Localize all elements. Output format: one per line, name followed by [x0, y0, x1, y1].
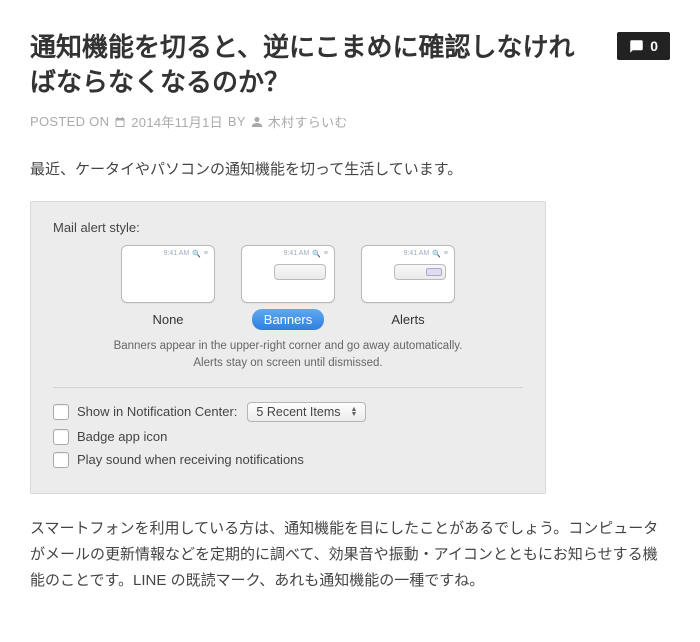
play-sound-label: Play sound when receiving notifications [77, 452, 304, 467]
alert-thumb-alerts: 9:41 AM🔍≡ [361, 245, 455, 303]
play-sound-row[interactable]: Play sound when receiving notifications [53, 452, 304, 468]
search-glyph-icon: 🔍 [192, 250, 201, 258]
notification-prefs-screenshot: Mail alert style: 9:41 AM🔍≡ None 9:41 AM… [30, 201, 546, 493]
post-meta: POSTED ON 2014年11月1日 BY 木村すらいむ [30, 112, 670, 131]
show-in-nc-row[interactable]: Show in Notification Center: [53, 404, 237, 420]
menu-glyph-icon: ≡ [324, 250, 328, 258]
menu-glyph-icon: ≡ [444, 250, 448, 258]
play-sound-checkbox[interactable] [53, 452, 69, 468]
post-title: 通知機能を切ると、逆にこまめに確認しなければならなくなるのか？ [30, 30, 670, 100]
stepper-arrows-icon: ▲▼ [351, 407, 358, 417]
menubar-time: 9:41 AM [404, 250, 430, 258]
paragraph-2: スマートフォンを利用している方は、通知機能を目にしたことがあるでしょう。コンピュ… [30, 516, 670, 595]
divider [53, 387, 523, 388]
recent-items-select[interactable]: 5 Recent Items ▲▼ [247, 402, 366, 422]
alert-name-alerts: Alerts [379, 309, 436, 330]
badge-label: Badge app icon [77, 429, 167, 444]
alert-thumb-none: 9:41 AM🔍≡ [121, 245, 215, 303]
comment-count: 0 [650, 38, 658, 54]
post-date: 2014年11月1日 [131, 112, 223, 131]
menubar-time: 9:41 AM [164, 250, 190, 258]
author-link[interactable]: 木村すらいむ [268, 112, 348, 131]
comment-icon [629, 39, 644, 54]
alert-option-banners[interactable]: 9:41 AM🔍≡ Banners [241, 245, 335, 330]
show-in-nc-checkbox[interactable] [53, 404, 69, 420]
alert-style-label: Mail alert style: [53, 220, 523, 235]
alert-style-hint: Banners appear in the upper-right corner… [113, 338, 463, 370]
alert-thumb-banners: 9:41 AM🔍≡ [241, 245, 335, 303]
alert-option-alerts[interactable]: 9:41 AM🔍≡ Alerts [361, 245, 455, 330]
paragraph-1: 最近、ケータイやパソコンの通知機能を切って生活しています。 [30, 157, 670, 183]
alert-name-banners: Banners [252, 309, 324, 330]
recent-items-value: 5 Recent Items [256, 405, 340, 419]
by-label: BY [228, 114, 246, 129]
menubar-time: 9:41 AM [284, 250, 310, 258]
alert-shape [394, 264, 446, 280]
badge-app-icon-row[interactable]: Badge app icon [53, 429, 167, 445]
alert-name-none: None [140, 309, 195, 330]
badge-checkbox[interactable] [53, 429, 69, 445]
menu-glyph-icon: ≡ [204, 250, 208, 258]
search-glyph-icon: 🔍 [312, 250, 321, 258]
author-icon [251, 116, 263, 128]
calendar-icon [114, 116, 126, 128]
search-glyph-icon: 🔍 [432, 250, 441, 258]
posted-on-label: POSTED ON [30, 114, 109, 129]
comment-count-badge[interactable]: 0 [617, 32, 670, 60]
show-in-nc-label: Show in Notification Center: [77, 404, 237, 419]
alert-option-none[interactable]: 9:41 AM🔍≡ None [121, 245, 215, 330]
banner-shape [274, 264, 326, 280]
